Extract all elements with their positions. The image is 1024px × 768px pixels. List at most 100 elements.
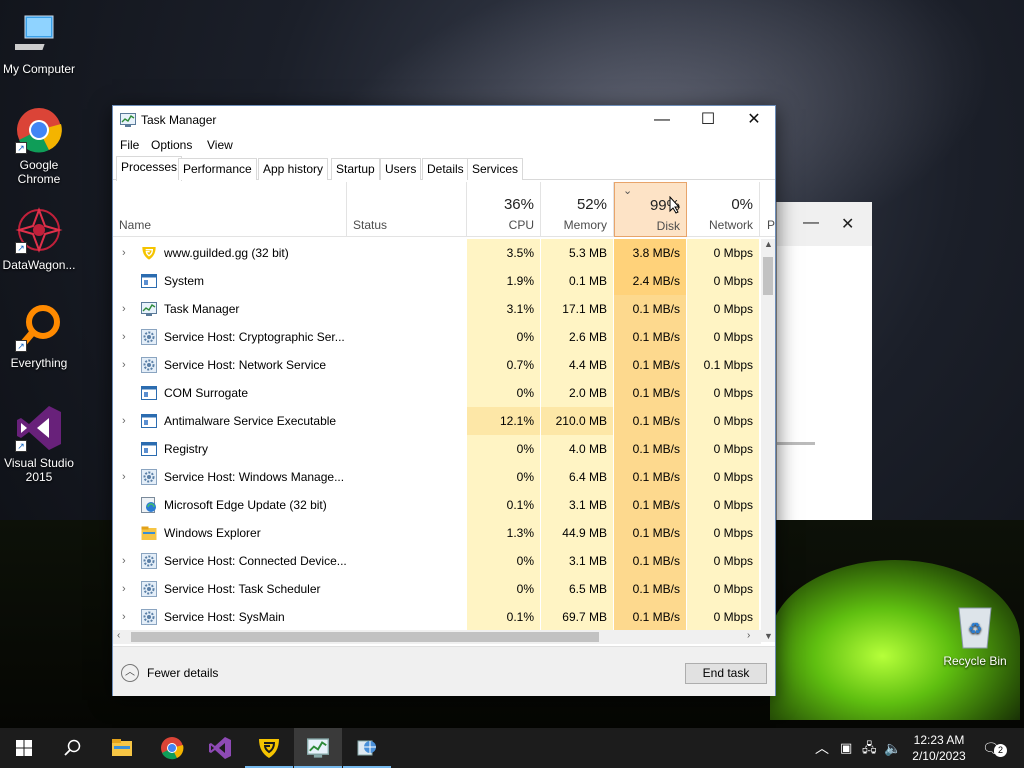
background-window-titlebar[interactable]: — ✕ <box>777 202 872 246</box>
system-icon <box>141 273 157 289</box>
expand-chevron-icon[interactable]: › <box>122 463 132 491</box>
tab-startup[interactable]: Startup <box>331 158 380 180</box>
minimize-button[interactable]: — <box>639 106 685 134</box>
desktop-icon-google-chrome[interactable]: ↗ Google Chrome <box>0 106 78 186</box>
volume-icon[interactable]: 🔈 <box>884 728 901 768</box>
taskbar-chrome[interactable] <box>148 728 196 768</box>
column-header-cpu[interactable]: 36% CPU <box>467 182 541 237</box>
taskbar-visual-studio[interactable] <box>196 728 244 768</box>
tray-device-icon[interactable]: ▣ <box>840 728 852 768</box>
tab-details[interactable]: Details <box>422 158 469 180</box>
guilded-icon <box>141 245 157 261</box>
cell-network: 0 Mbps <box>687 379 760 407</box>
close-icon[interactable]: ✕ <box>841 214 854 234</box>
table-row[interactable]: › Service Host: Cryptographic Ser... 0% 2.6… <box>113 323 761 351</box>
background-window[interactable]: — ✕ <box>776 202 872 520</box>
table-row[interactable]: Registry 0% 4.0 MB 0.1 MB/s 0 Mbps <box>113 435 761 463</box>
expand-chevron-icon[interactable]: › <box>122 239 132 267</box>
action-center-button[interactable]: 🗨 2 <box>982 728 1007 768</box>
table-row[interactable]: › Service Host: Task Scheduler 0% 6.5 MB 0.1… <box>113 575 761 603</box>
column-percent: 0% <box>731 196 753 213</box>
menu-file[interactable]: File <box>120 138 139 152</box>
horizontal-scrollbar[interactable]: ‹ › <box>113 630 761 644</box>
cell-disk: 3.8 MB/s <box>614 239 687 267</box>
expand-chevron-icon[interactable]: › <box>122 407 132 435</box>
network-icon[interactable]: 🖧 <box>862 728 877 768</box>
scroll-right-icon[interactable]: › <box>747 630 750 641</box>
table-row[interactable]: › Service Host: Network Service 0.7% 4.4 MB… <box>113 351 761 379</box>
column-header-network[interactable]: 0% Network <box>687 182 760 237</box>
table-row[interactable]: Windows Explorer 1.3% 44.9 MB 0.1 MB/s 0 Mbp… <box>113 519 761 547</box>
menu-options[interactable]: Options <box>151 138 192 152</box>
taskbar-task-manager[interactable] <box>294 728 342 768</box>
desktop-icon-everything[interactable]: ↗ Everything <box>0 304 78 370</box>
chevron-up-circle-icon[interactable]: ︿ <box>121 664 139 682</box>
desktop-icon-label: Everything <box>10 356 68 370</box>
expand-chevron-icon[interactable]: › <box>122 323 132 351</box>
search-button[interactable] <box>48 728 96 768</box>
tab-performance[interactable]: Performance <box>178 158 257 180</box>
table-row[interactable]: Microsoft Edge Update (32 bit) 0.1% 3.1 MB… <box>113 491 761 519</box>
process-name: Service Host: Windows Manage... <box>164 470 345 484</box>
desktop-icon-visual-studio[interactable]: ↗ Visual Studio 2015 <box>0 404 78 484</box>
table-row[interactable]: System 1.9% 0.1 MB 2.4 MB/s 0 Mbps <box>113 267 761 295</box>
cell-network: 0 Mbps <box>687 323 760 351</box>
scroll-left-icon[interactable]: ‹ <box>117 630 120 641</box>
table-row[interactable]: › www.guilded.gg (32 bit) 3.5% 5.3 MB 3.8 MB… <box>113 239 761 267</box>
menu-view[interactable]: View <box>207 138 233 152</box>
column-header-power[interactable]: P <box>760 182 775 237</box>
end-task-button[interactable]: End task <box>685 663 767 684</box>
table-row[interactable]: › Service Host: Windows Manage... 0% 6.4 MB… <box>113 463 761 491</box>
scroll-up-icon[interactable]: ▲ <box>764 239 773 249</box>
taskbar-guilded[interactable] <box>245 728 293 768</box>
table-row[interactable]: COM Surrogate 0% 2.0 MB 0.1 MB/s 0 Mbps <box>113 379 761 407</box>
show-hidden-icons-chevron-up-icon[interactable]: ︿ <box>815 728 829 768</box>
taskbar-file-explorer[interactable] <box>98 728 146 768</box>
desktop-icon-my-computer[interactable]: My Computer <box>0 10 78 76</box>
clock-time: 12:23 AM <box>913 733 965 747</box>
expand-chevron-icon[interactable]: › <box>122 575 132 603</box>
maximize-button[interactable]: ☐ <box>685 106 731 134</box>
expand-chevron-icon[interactable]: › <box>122 351 132 379</box>
desktop-icon-recycle-bin[interactable]: ♻ Recycle Bin <box>936 602 1014 668</box>
tab-users[interactable]: Users <box>380 158 422 180</box>
table-row[interactable]: › Antimalware Service Executable 12.1% 210.… <box>113 407 761 435</box>
process-name: Service Host: Network Service <box>164 358 327 372</box>
cell-memory: 4.4 MB <box>541 351 614 379</box>
title-bar[interactable]: Task Manager — ☐ ✕ <box>113 106 775 134</box>
cell-cpu: 0% <box>467 575 541 603</box>
column-label: Network <box>708 218 753 232</box>
tab-processes[interactable]: Processes <box>116 156 183 181</box>
column-header-status[interactable]: Status <box>347 182 467 237</box>
expand-chevron-icon[interactable]: › <box>122 295 132 323</box>
system-clock[interactable]: 12:23 AM 2/10/2023 <box>908 732 970 764</box>
column-header-memory[interactable]: 52% Memory <box>541 182 614 237</box>
taskbar-network-app[interactable] <box>343 728 391 768</box>
close-button[interactable]: ✕ <box>731 106 777 134</box>
table-row[interactable]: › Service Host: Connected Device... 0% 3.1 … <box>113 547 761 575</box>
svg-text:♻: ♻ <box>968 621 982 638</box>
table-row[interactable]: › Task Manager 3.1% 17.1 MB 0.1 MB/s 0 Mbps <box>113 295 761 323</box>
vertical-scroll-thumb[interactable] <box>763 257 773 295</box>
cell-memory: 210.0 MB <box>541 407 614 435</box>
tab-services[interactable]: Services <box>467 158 524 180</box>
scroll-down-icon[interactable]: ▼ <box>764 631 773 641</box>
minimize-icon[interactable]: — <box>803 214 819 232</box>
vertical-scrollbar[interactable]: ▲ ▼ <box>761 239 775 642</box>
expand-chevron-icon[interactable]: › <box>122 547 132 575</box>
cell-memory: 17.1 MB <box>541 295 614 323</box>
task-manager-window[interactable]: Task Manager — ☐ ✕ File Options View Pro… <box>112 105 776 696</box>
cell-disk: 0.1 MB/s <box>614 491 687 519</box>
desktop-icon-datawagon[interactable]: ↗ DataWagon... <box>0 206 78 272</box>
horizontal-scroll-thumb[interactable] <box>131 632 599 642</box>
start-button[interactable] <box>0 728 48 768</box>
table-row[interactable]: › Service Host: SysMain 0.1% 69.7 MB 0.1 MB/… <box>113 603 761 631</box>
expand-chevron-icon[interactable]: › <box>122 603 132 631</box>
recycle-bin-icon: ♻ <box>951 602 999 650</box>
tab-app-history[interactable]: App history <box>258 158 329 180</box>
column-header-name[interactable]: Name <box>113 182 347 237</box>
column-header-disk[interactable]: ⌄ 99% Disk <box>614 182 687 237</box>
fewer-details-link[interactable]: Fewer details <box>147 666 218 680</box>
cell-disk: 0.1 MB/s <box>614 547 687 575</box>
cell-cpu: 12.1% <box>467 407 541 435</box>
